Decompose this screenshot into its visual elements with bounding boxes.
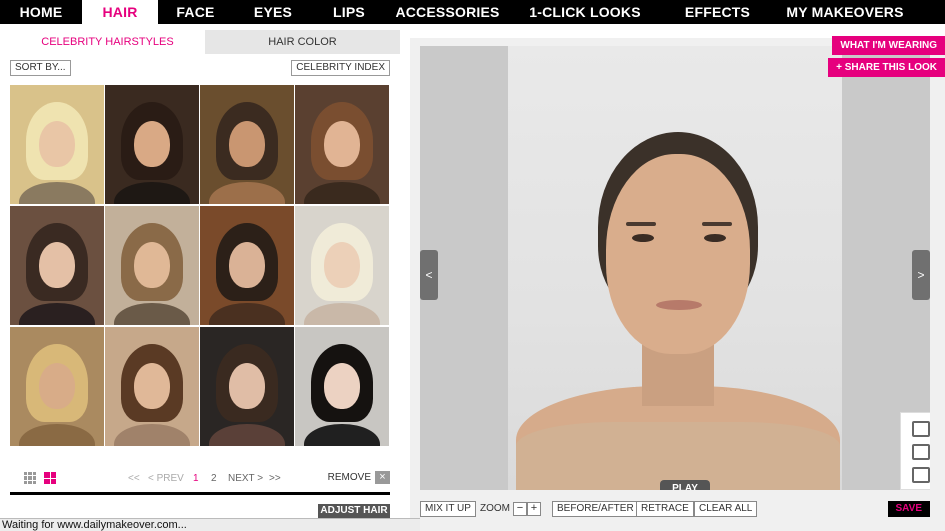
thumbnail-face xyxy=(134,362,170,409)
model-preview: < > PLAY xyxy=(420,46,930,490)
celebrity-index-button[interactable]: CELEBRITY INDEX xyxy=(291,60,390,76)
nav-hair[interactable]: HAIR xyxy=(82,0,158,24)
close-icon: × xyxy=(375,471,390,484)
share-this-look-button[interactable]: + SHARE THIS LOOK xyxy=(828,58,945,77)
celebrity-thumbnail[interactable] xyxy=(105,206,199,325)
hair-subtabs: CELEBRITY HAIRSTYLES HAIR COLOR xyxy=(10,30,400,54)
next-look-arrow[interactable]: > xyxy=(912,250,930,300)
celebrity-thumbnail[interactable] xyxy=(10,85,104,204)
nav-one-click-looks[interactable]: 1-CLICK LOOKS xyxy=(510,0,660,24)
before-after-button[interactable]: BEFORE/AFTER xyxy=(552,501,639,517)
thumbnail-face xyxy=(134,241,170,288)
celebrity-thumbnail[interactable] xyxy=(10,206,104,325)
pager-page-1[interactable]: 1 xyxy=(193,473,199,484)
download-icon[interactable] xyxy=(912,444,930,460)
celebrity-thumbnail-grid xyxy=(10,85,390,447)
thumbnail-face xyxy=(324,362,360,409)
remove-button[interactable]: REMOVE × xyxy=(328,471,390,484)
sort-by-button[interactable]: SORT BY... xyxy=(10,60,71,76)
print-icon[interactable] xyxy=(912,421,930,437)
tab-celebrity-hairstyles[interactable]: CELEBRITY HAIRSTYLES xyxy=(10,30,205,54)
prev-look-arrow[interactable]: < xyxy=(420,250,438,300)
makeover-preview-panel: < > PLAY MIX IT UP ZOOM − + BEFORE/AFTER… xyxy=(410,38,945,531)
zoom-label: ZOOM xyxy=(480,503,510,514)
pager-first[interactable]: << xyxy=(128,473,140,484)
pager-prev[interactable]: < PREV xyxy=(148,473,184,484)
thumbnail-face xyxy=(39,241,75,288)
celebrity-thumbnail[interactable] xyxy=(295,327,389,446)
grid-pager: << < PREV 1 2 NEXT > >> REMOVE × xyxy=(10,470,390,488)
pager-page-2[interactable]: 2 xyxy=(211,473,217,484)
celebrity-thumbnail[interactable] xyxy=(10,327,104,446)
side-tools xyxy=(900,412,930,490)
celebrity-thumbnail[interactable] xyxy=(295,85,389,204)
browser-status-bar: Waiting for www.dailymakeover.com... xyxy=(0,518,420,531)
celebrity-thumbnail[interactable] xyxy=(200,327,294,446)
thumbnail-face xyxy=(229,120,265,167)
thumbnail-face xyxy=(229,241,265,288)
pager-next[interactable]: NEXT > xyxy=(228,473,263,484)
save-disk-icon[interactable] xyxy=(912,467,930,483)
nav-accessories[interactable]: ACCESSORIES xyxy=(385,0,510,24)
thumbnail-face xyxy=(39,362,75,409)
retrace-button[interactable]: RETRACE xyxy=(636,501,694,517)
celebrity-thumbnail[interactable] xyxy=(200,206,294,325)
model-eye xyxy=(632,234,654,242)
hairstyle-panel: CELEBRITY HAIRSTYLES HAIR COLOR SORT BY.… xyxy=(0,24,400,531)
what-im-wearing-button[interactable]: WHAT I'M WEARING xyxy=(832,36,945,55)
top-navigation: HOME HAIR FACE EYES LIPS ACCESSORIES 1-C… xyxy=(0,0,945,24)
model-face xyxy=(606,154,750,354)
zoom-out-button[interactable]: − xyxy=(513,502,527,516)
thumbnail-face xyxy=(39,120,75,167)
mix-it-up-button[interactable]: MIX IT UP xyxy=(420,501,476,517)
thumbnail-face xyxy=(324,241,360,288)
large-grid-view-icon[interactable] xyxy=(44,472,56,484)
nav-home[interactable]: HOME xyxy=(0,0,82,24)
nav-eyes[interactable]: EYES xyxy=(233,0,313,24)
play-button[interactable]: PLAY xyxy=(660,480,710,490)
nav-effects[interactable]: EFFECTS xyxy=(660,0,775,24)
pager-last[interactable]: >> xyxy=(269,473,281,484)
model-eye xyxy=(704,234,726,242)
clear-all-button[interactable]: CLEAR ALL xyxy=(694,501,758,517)
thumbnail-face xyxy=(324,120,360,167)
save-button[interactable]: SAVE xyxy=(887,501,930,517)
thumbnail-face xyxy=(229,362,265,409)
nav-my-makeovers[interactable]: MY MAKEOVERS xyxy=(775,0,915,24)
celebrity-thumbnail[interactable] xyxy=(200,85,294,204)
adjust-hair-button[interactable]: ADJUST HAIR xyxy=(318,504,390,518)
nav-face[interactable]: FACE xyxy=(158,0,233,24)
remove-label: REMOVE xyxy=(327,472,371,483)
celebrity-thumbnail[interactable] xyxy=(105,327,199,446)
small-grid-view-icon[interactable] xyxy=(24,472,36,484)
celebrity-thumbnail[interactable] xyxy=(105,85,199,204)
celebrity-thumbnail[interactable] xyxy=(295,206,389,325)
model-mouth xyxy=(656,300,702,310)
nav-lips[interactable]: LIPS xyxy=(313,0,385,24)
tab-hair-color[interactable]: HAIR COLOR xyxy=(205,30,400,54)
thumbnail-face xyxy=(134,120,170,167)
preview-toolbar: MIX IT UP ZOOM − + BEFORE/AFTER RETRACE … xyxy=(420,501,930,519)
panel-divider xyxy=(10,492,390,495)
zoom-in-button[interactable]: + xyxy=(527,502,541,516)
